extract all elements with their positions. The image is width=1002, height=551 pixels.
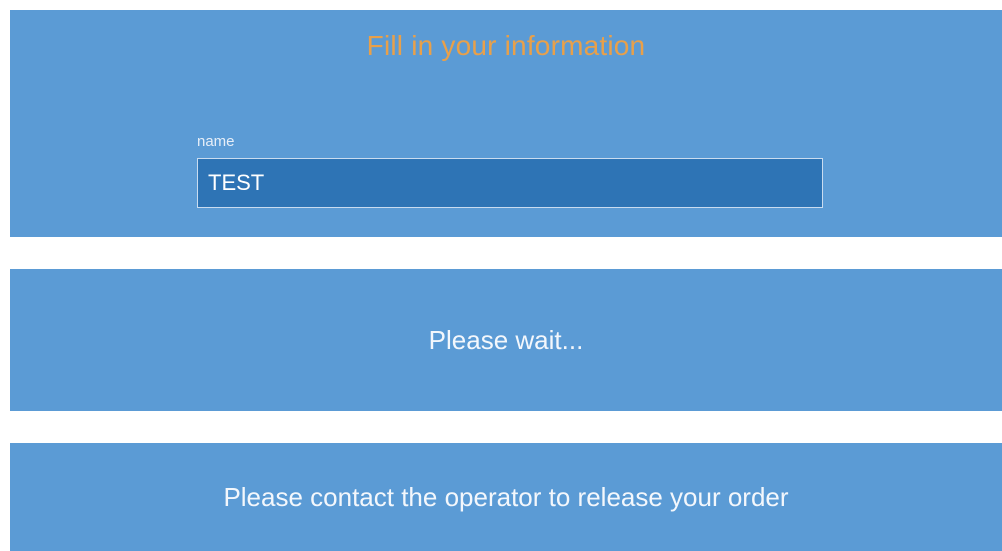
contact-operator-panel: Please contact the operator to release y… xyxy=(10,443,1002,551)
please-wait-panel: Please wait... xyxy=(10,269,1002,411)
contact-operator-message: Please contact the operator to release y… xyxy=(223,481,789,512)
information-form-panel: Fill in your information name xyxy=(10,10,1002,237)
form-title: Fill in your information xyxy=(366,30,646,61)
name-input[interactable] xyxy=(197,158,823,208)
please-wait-message: Please wait... xyxy=(428,324,584,355)
name-field-label: name xyxy=(197,133,235,150)
